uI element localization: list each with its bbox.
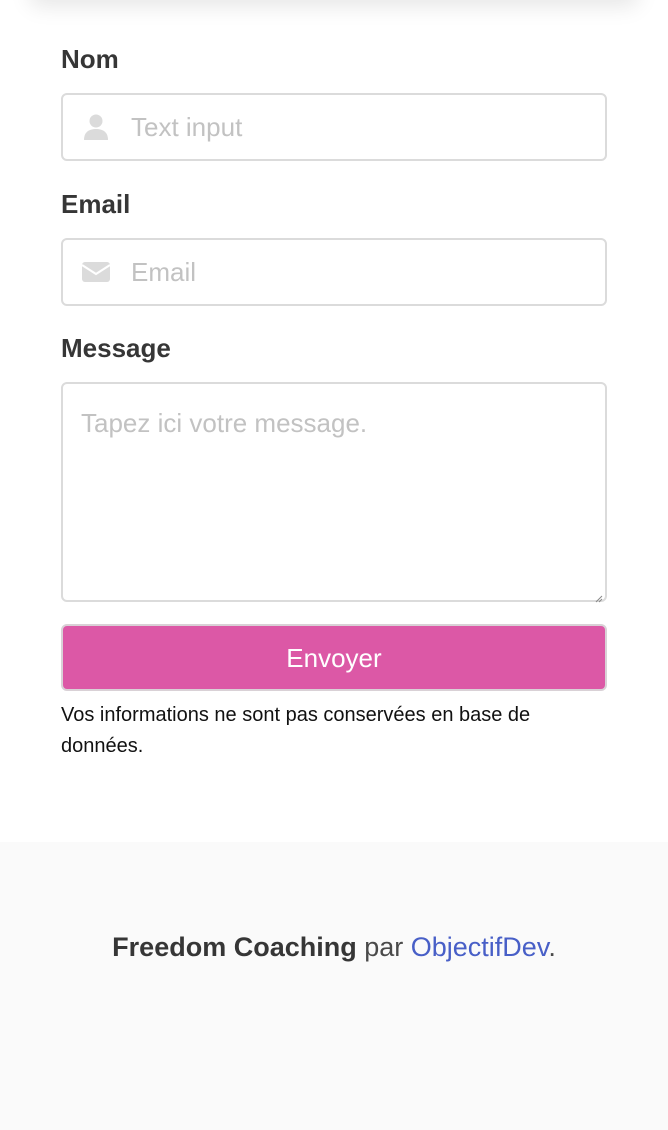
resize-grip-icon[interactable] xyxy=(595,590,603,603)
message-field[interactable] xyxy=(61,382,607,603)
message-textarea[interactable] xyxy=(63,384,605,600)
envelope-icon xyxy=(81,257,111,287)
email-input[interactable] xyxy=(131,240,591,304)
email-field[interactable] xyxy=(61,238,607,306)
footer-by: par xyxy=(364,932,404,962)
footer-credit: Freedom Coaching par ObjectifDev. xyxy=(0,930,668,964)
email-label: Email xyxy=(61,189,131,219)
footer-suffix: . xyxy=(548,932,556,962)
name-label: Nom xyxy=(61,44,119,74)
footer-brand: Freedom Coaching xyxy=(112,932,357,962)
message-label: Message xyxy=(61,333,171,363)
name-field[interactable] xyxy=(61,93,607,161)
footer: Freedom Coaching par ObjectifDev. xyxy=(0,842,668,1130)
privacy-notice: Vos informations ne sont pas conservées … xyxy=(61,704,531,757)
objectifdev-link[interactable]: ObjectifDev xyxy=(411,932,549,962)
user-icon xyxy=(81,112,111,142)
send-button[interactable]: Envoyer xyxy=(61,624,607,691)
name-input[interactable] xyxy=(131,95,591,159)
